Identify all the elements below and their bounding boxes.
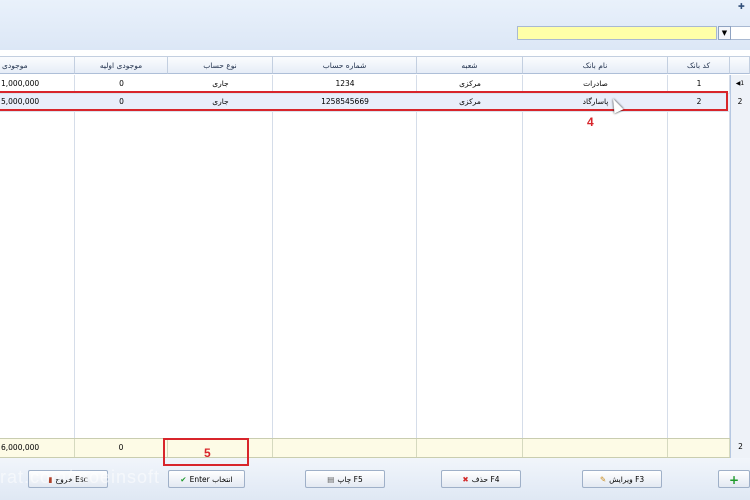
column-header-account-number[interactable]: شماره حساب — [273, 56, 417, 74]
column-divider — [273, 75, 417, 438]
column-header-code[interactable]: کد بانک — [668, 56, 730, 74]
print-button-label: چاپ F5 — [337, 475, 363, 484]
edit-button-label: ویرایش F3 — [609, 475, 645, 484]
watermark: rat.com/moeinsoft — [0, 467, 161, 487]
print-button[interactable]: ▤ چاپ F5 — [305, 470, 385, 488]
row-indicator: ◀1 — [730, 75, 750, 93]
totals-footer: 0 6,000,000 — [0, 438, 730, 458]
row-indicator-number: 1 — [740, 80, 745, 87]
edit-button[interactable]: ✎ ویرایش F3 — [582, 470, 662, 488]
column-divider — [0, 75, 75, 438]
row-indicator-column — [730, 75, 750, 463]
chevron-down-icon[interactable]: ▼ — [718, 26, 731, 40]
pencil-icon: ✎ — [599, 475, 607, 484]
bank-grid: کد بانک نام بانک شعبه شماره حساب نوع حسا… — [0, 50, 750, 463]
search-input[interactable] — [517, 26, 717, 40]
select-button[interactable]: ✔ Enter انتخاب — [168, 470, 245, 488]
footer-cell — [273, 439, 417, 457]
delete-button[interactable]: ✖ حذف F4 — [441, 470, 521, 488]
footer-cell — [523, 439, 668, 457]
column-header-initial-balance[interactable]: موجودی اولیه — [75, 56, 168, 74]
column-header-account-type[interactable]: نوع حساب — [168, 56, 273, 74]
footer-cell — [668, 439, 730, 457]
column-header-bank-name[interactable]: نام بانک — [523, 56, 668, 74]
footer-row-count: 2 — [730, 438, 750, 456]
checkmark-icon: ✔ — [180, 475, 187, 484]
plus-icon: ✚ — [738, 2, 745, 11]
column-divider — [168, 75, 273, 438]
annotation-step-4: 4 — [587, 115, 594, 129]
add-button[interactable]: + — [718, 470, 750, 488]
delete-x-icon: ✖ — [462, 475, 469, 484]
delete-button-label: حذف F4 — [471, 475, 500, 484]
footer-cell — [417, 439, 523, 457]
dropdown-field[interactable] — [731, 26, 750, 40]
row-divider — [0, 111, 730, 112]
toolbar: ▼ ✚ — [0, 0, 750, 51]
column-divider — [668, 75, 730, 438]
column-divider — [417, 75, 523, 438]
select-button-label: Enter انتخاب — [189, 475, 233, 484]
annotation-step-5: 5 — [204, 446, 211, 460]
footer-balance-total: 6,000,000 — [0, 439, 75, 457]
row-indicator: 2 — [737, 97, 743, 106]
column-header-indicator — [730, 56, 750, 74]
column-header-branch[interactable]: شعبه — [417, 56, 523, 74]
plus-icon: + — [728, 473, 740, 487]
column-header-balance[interactable]: موجودی — [0, 56, 75, 74]
footer-initial-total: 0 — [75, 439, 168, 457]
printer-icon: ▤ — [327, 475, 335, 484]
column-divider — [523, 75, 668, 438]
